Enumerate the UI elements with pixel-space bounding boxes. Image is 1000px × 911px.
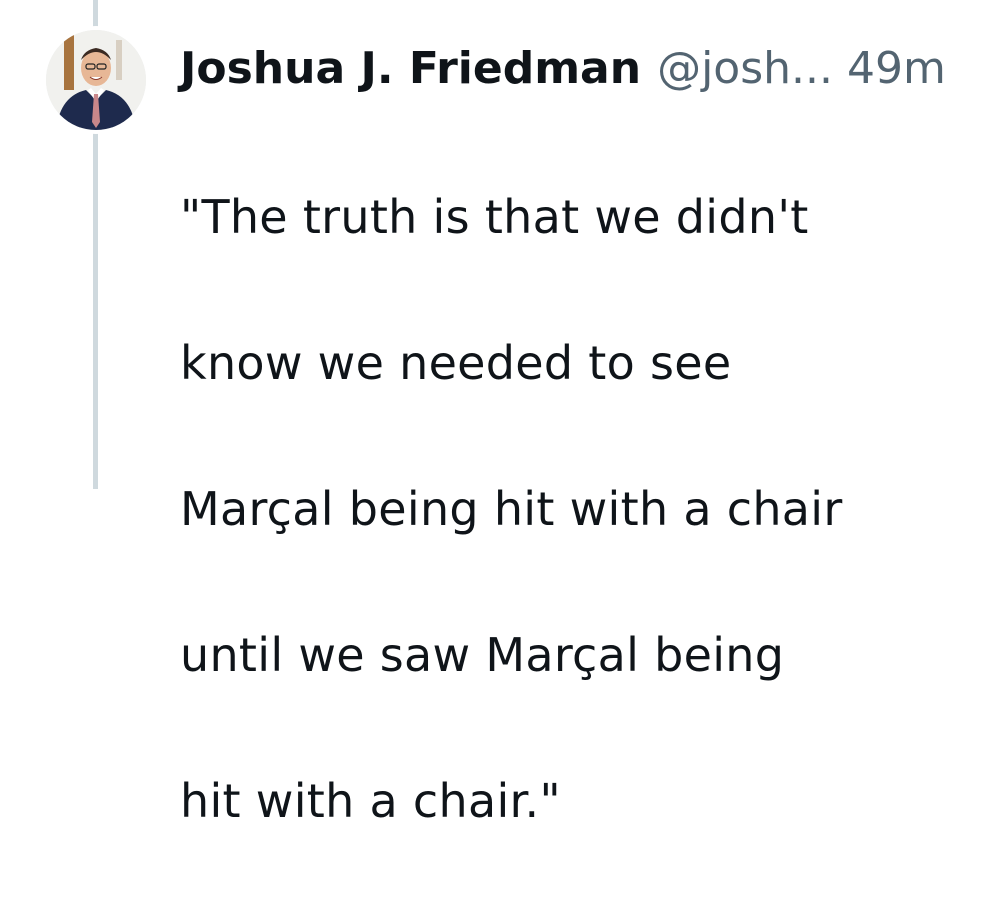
tweet-text-line: Marçal being hit with a chair	[180, 482, 843, 536]
tweet-text-line: "The truth is that we didn't	[180, 190, 809, 244]
avatar[interactable]	[46, 30, 146, 130]
timestamp[interactable]: 49m	[847, 38, 946, 100]
tweet-header: Joshua J. Friedman @josh... 49m	[180, 38, 946, 100]
author-name[interactable]: Joshua J. Friedman	[180, 38, 641, 100]
profile-photo-icon	[46, 30, 146, 130]
tweet-text-line: until we saw Marçal being	[180, 628, 785, 682]
author-handle[interactable]: @josh...	[657, 38, 833, 100]
tweet-text: "The truth is that we didn't know we nee…	[180, 108, 980, 911]
tweet-text-line: know we needed to see	[180, 336, 732, 390]
tweet-text-line: hit with a chair."	[180, 774, 561, 828]
